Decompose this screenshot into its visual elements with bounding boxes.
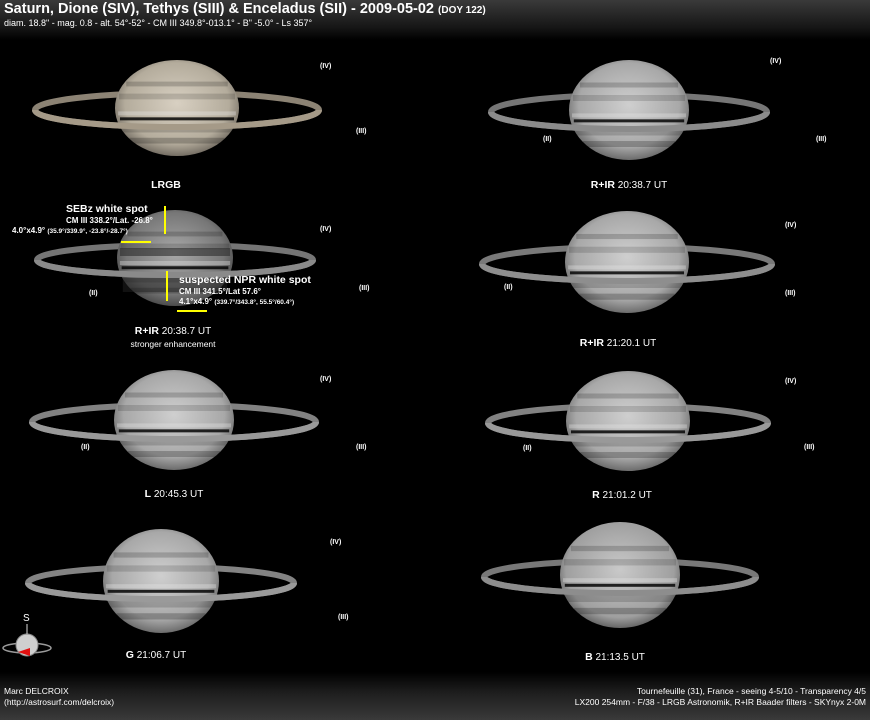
panel-label-rir-1: R+IR 20:38.7 UT [590, 179, 668, 191]
moon-label: (IV) [330, 539, 342, 546]
npr-size-line: 4.1°x4.9° (339.7°/343.8°, 55.5°/60.4°) [179, 297, 295, 306]
seb-size-line: 4.0°x4.9° (35.9°/339.9°, -23.8°/-28.7°) [12, 226, 128, 235]
panel-label-rir-2: R+IR 21:20.1 UT [579, 337, 657, 349]
panel-label-g: G 21:06.7 UT [125, 649, 187, 661]
moon-label: (II) [89, 290, 98, 297]
npr-cm: CM III 341.5°/Lat 57.6° [179, 287, 261, 296]
footer-author: Marc DELCROIX [4, 686, 69, 696]
saturn-image [29, 370, 319, 470]
saturn-image [488, 60, 770, 160]
saturn-image [25, 529, 297, 633]
compass-icon [2, 624, 52, 657]
footer-site: Tournefeuille (31), France - seeing 4-5/… [636, 686, 866, 696]
panel-label-r: R 21:01.2 UT [592, 489, 652, 501]
saturn-image [32, 60, 322, 156]
moon-label: (III) [356, 444, 367, 451]
moon-label: (II) [504, 284, 513, 291]
npr-marker-horizontal [177, 310, 207, 312]
saturn-image [479, 211, 775, 313]
seb-marker-horizontal [121, 241, 151, 243]
saturn-image [481, 522, 759, 628]
moon-label: (II) [543, 136, 552, 143]
npr-marker-vertical [166, 271, 168, 301]
moon-label: (II) [81, 444, 90, 451]
panel-label-b: B 21:13.5 UT [585, 651, 645, 663]
npr-title: suspected NPR white spot [179, 274, 311, 286]
moon-label: (III) [359, 285, 370, 292]
moon-label: (IV) [785, 222, 797, 229]
saturn-images [2, 60, 775, 657]
moon-label: (IV) [785, 378, 797, 385]
moon-label: (III) [804, 444, 815, 451]
footer-equipment: LX200 254mm - F/38 - LRGB Astronomik, R+… [574, 697, 866, 707]
moon-label: (III) [338, 614, 349, 621]
seb-marker-vertical [164, 206, 166, 234]
panel-label-l: L 20:45.3 UT [144, 488, 204, 500]
moon-label: (III) [816, 136, 827, 143]
moon-label: (IV) [320, 63, 332, 70]
moon-label: (III) [785, 290, 796, 297]
moon-label: (II) [523, 445, 532, 452]
panel-note-enhanced: stronger enhancement [130, 339, 216, 349]
seb-cm: CM III 338.2°/Lat. -26.8° [66, 216, 153, 225]
saturn-image [485, 371, 771, 471]
footer-url: (http://astrosurf.com/delcroix) [4, 697, 115, 707]
moon-label: (IV) [770, 58, 782, 65]
moon-label: (IV) [320, 376, 332, 383]
compass-label: S [23, 613, 30, 624]
panel-label-lrgb: LRGB [151, 179, 181, 191]
panel-label-rir-enhanced: R+IR 20:38.7 UT [134, 325, 212, 337]
moon-label: (IV) [320, 226, 332, 233]
seb-title: SEBz white spot [66, 203, 148, 215]
moon-label: (III) [356, 128, 367, 135]
